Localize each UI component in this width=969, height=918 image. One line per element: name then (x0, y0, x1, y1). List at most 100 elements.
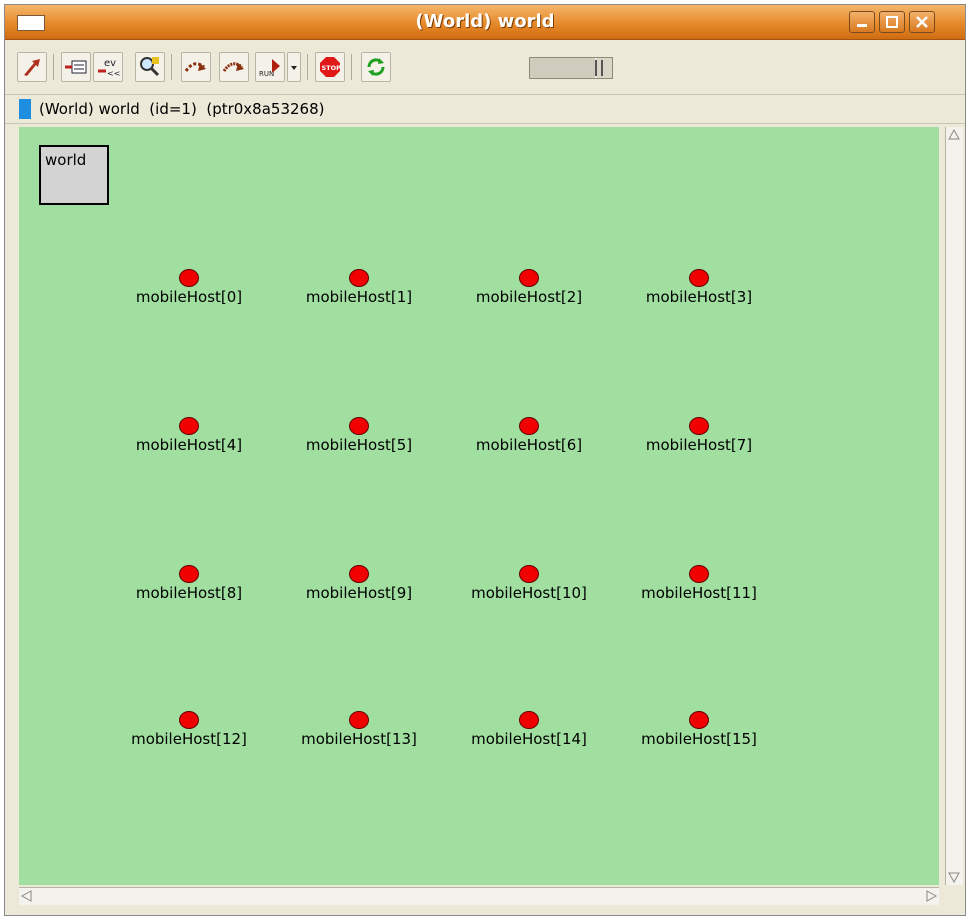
close-button[interactable] (909, 11, 935, 33)
refresh-icon (367, 58, 385, 76)
node-label: mobileHost[4] (135, 436, 243, 454)
mobile-host-node[interactable]: mobileHost[11] (619, 565, 779, 615)
horizontal-scrollbar[interactable] (19, 887, 939, 905)
node-icon[interactable] (519, 269, 539, 287)
node-icon[interactable] (349, 269, 369, 287)
node-icon[interactable] (179, 417, 199, 435)
close-icon (916, 16, 928, 28)
node-label: mobileHost[2] (475, 288, 583, 306)
scroll-down-icon[interactable] (946, 869, 962, 885)
ev-log-icon: ev<< (98, 58, 120, 78)
toolbar-separator (307, 54, 308, 80)
object-info-bar: (World) world (id=1) (ptr0x8a53268) (5, 95, 965, 124)
toolbar-separator (171, 54, 172, 80)
node-label: mobileHost[3] (645, 288, 753, 306)
mobile-host-node[interactable]: mobileHost[10] (449, 565, 609, 615)
step-icon (184, 62, 206, 72)
simulation-window: (World) world ev << RUN STOP (World) wor… (4, 4, 966, 916)
node-label: mobileHost[6] (475, 436, 583, 454)
run-mode-dropdown[interactable] (287, 52, 301, 82)
object-color-swatch (19, 99, 31, 119)
find-icon (140, 57, 160, 77)
node-label: mobileHost[14] (471, 730, 587, 748)
maximize-button[interactable] (879, 11, 905, 33)
scroll-right-icon[interactable] (923, 888, 939, 904)
mobile-host-node[interactable]: mobileHost[1] (279, 269, 439, 319)
node-icon[interactable] (689, 269, 709, 287)
node-label: mobileHost[10] (471, 584, 587, 602)
mobile-host-node[interactable]: mobileHost[8] (109, 565, 269, 615)
inspector-icon (65, 60, 87, 74)
mobile-host-node[interactable]: mobileHost[7] (619, 417, 779, 467)
maximize-icon (886, 16, 898, 28)
node-label: mobileHost[5] (305, 436, 413, 454)
title-bar[interactable]: (World) world (5, 5, 965, 40)
node-icon[interactable] (519, 565, 539, 583)
speed-slider-handle[interactable] (595, 60, 603, 76)
minimize-icon (857, 24, 867, 27)
mobile-host-node[interactable]: mobileHost[2] (449, 269, 609, 319)
mobile-host-node[interactable]: mobileHost[12] (109, 711, 269, 761)
step-out-icon (24, 59, 40, 76)
mobile-host-node[interactable]: mobileHost[0] (109, 269, 269, 319)
node-label: mobileHost[11] (641, 584, 757, 602)
node-label: mobileHost[0] (135, 288, 243, 306)
run-button[interactable]: RUN (255, 52, 285, 82)
toolbar-separator (351, 54, 352, 80)
event-log-button[interactable]: ev << (93, 52, 123, 82)
svg-text:STOP: STOP (322, 64, 342, 72)
mobile-host-node[interactable]: mobileHost[6] (449, 417, 609, 467)
step-out-button[interactable] (17, 52, 47, 82)
toolbar-separator (53, 54, 54, 80)
node-label: mobileHost[15] (641, 730, 757, 748)
node-label: mobileHost[12] (131, 730, 247, 748)
window-title: (World) world (415, 11, 555, 32)
mobile-host-node[interactable]: mobileHost[14] (449, 711, 609, 761)
node-label: mobileHost[1] (305, 288, 413, 306)
vertical-scrollbar[interactable] (945, 127, 963, 885)
object-inspector-button[interactable] (61, 52, 91, 82)
node-icon[interactable] (689, 565, 709, 583)
svg-text:<<: << (107, 69, 120, 78)
toolbar: ev << RUN STOP (5, 40, 965, 95)
node-label: mobileHost[7] (645, 436, 753, 454)
mobile-host-node[interactable]: mobileHost[15] (619, 711, 779, 761)
object-info-text: (World) world (id=1) (ptr0x8a53268) (39, 100, 325, 118)
node-icon[interactable] (349, 417, 369, 435)
step-button[interactable] (181, 52, 211, 82)
svg-text:RUN: RUN (259, 70, 274, 78)
node-icon[interactable] (349, 711, 369, 729)
mobile-host-node[interactable]: mobileHost[4] (109, 417, 269, 467)
node-icon[interactable] (519, 711, 539, 729)
mobile-host-node[interactable]: mobileHost[5] (279, 417, 439, 467)
mobile-host-node[interactable]: mobileHost[13] (279, 711, 439, 761)
node-label: mobileHost[9] (305, 584, 413, 602)
scroll-up-icon[interactable] (946, 127, 962, 143)
fast-step-icon (222, 62, 244, 72)
speed-slider-track (530, 58, 596, 78)
minimize-button[interactable] (849, 11, 875, 33)
chevron-down-icon (291, 66, 297, 70)
node-icon[interactable] (689, 711, 709, 729)
run-icon: RUN (259, 59, 280, 78)
node-label: mobileHost[13] (301, 730, 417, 748)
speed-slider[interactable] (529, 57, 613, 79)
mobile-host-node[interactable]: mobileHost[9] (279, 565, 439, 615)
node-icon[interactable] (349, 565, 369, 583)
node-icon[interactable] (519, 417, 539, 435)
node-icon[interactable] (689, 417, 709, 435)
node-icon[interactable] (179, 565, 199, 583)
node-label: mobileHost[8] (135, 584, 243, 602)
world-module-label: world (45, 151, 87, 169)
stop-button[interactable]: STOP (315, 52, 345, 82)
svg-text:ev: ev (104, 58, 116, 69)
world-module-box[interactable]: world (39, 145, 109, 205)
fast-step-button[interactable] (219, 52, 249, 82)
scroll-left-icon[interactable] (19, 888, 35, 904)
node-icon[interactable] (179, 269, 199, 287)
node-icon[interactable] (179, 711, 199, 729)
mobile-host-node[interactable]: mobileHost[3] (619, 269, 779, 319)
network-canvas[interactable]: world mobileHost[0] mobileHost[1] mobileHo… (19, 127, 939, 885)
find-object-button[interactable] (135, 52, 165, 82)
refresh-button[interactable] (361, 52, 391, 82)
